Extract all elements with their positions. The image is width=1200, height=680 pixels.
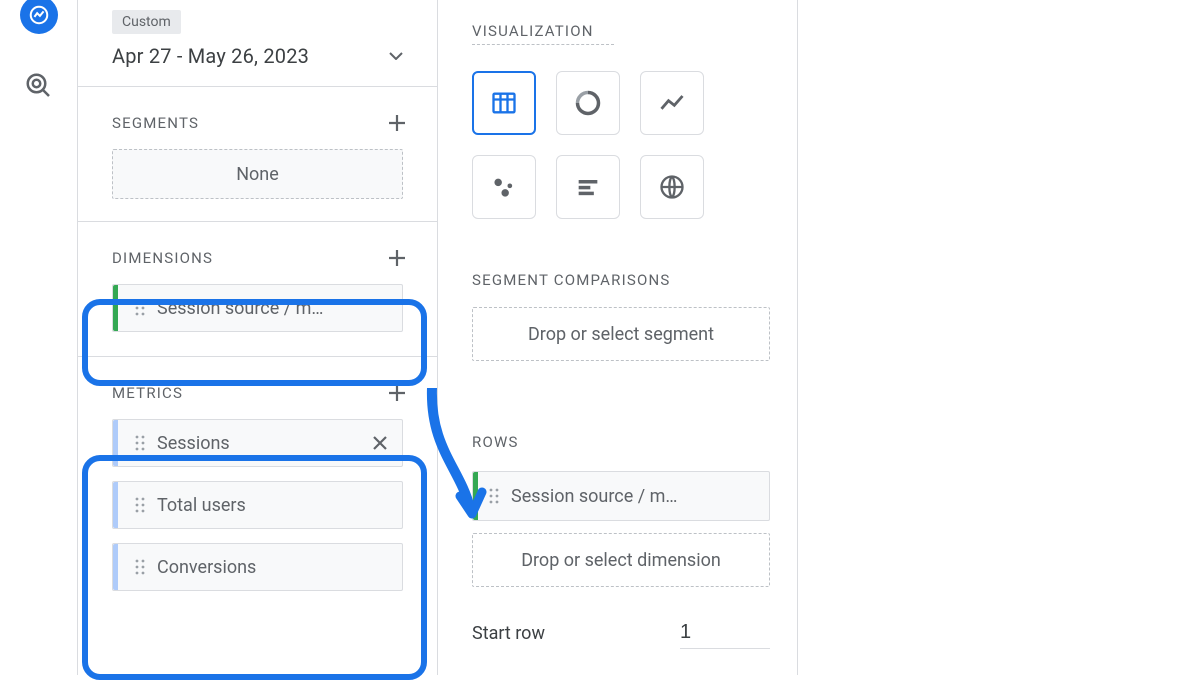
segment-comparisons-title: SEGMENT COMPARISONS bbox=[472, 271, 797, 289]
rows-title: ROWS bbox=[472, 433, 797, 451]
chip-indicator bbox=[113, 544, 118, 590]
chip-indicator bbox=[113, 420, 118, 466]
date-range-selector[interactable]: Apr 27 - May 26, 2023 bbox=[112, 44, 403, 68]
left-nav bbox=[0, 0, 78, 675]
date-range-label: Custom bbox=[112, 10, 181, 34]
nav-item-explore[interactable] bbox=[21, 68, 57, 104]
chip-indicator bbox=[473, 472, 478, 520]
remove-metric-button[interactable] bbox=[370, 433, 390, 453]
metrics-title: METRICS bbox=[112, 384, 183, 402]
vis-option-scatter[interactable] bbox=[472, 155, 536, 219]
start-row-label: Start row bbox=[472, 623, 680, 644]
dimensions-title: DIMENSIONS bbox=[112, 249, 213, 267]
metric-chip[interactable]: Sessions bbox=[112, 419, 403, 467]
dimension-chip[interactable]: Session source / m… bbox=[112, 284, 403, 332]
visualization-underline bbox=[472, 44, 614, 45]
start-row-input[interactable] bbox=[680, 617, 770, 649]
chip-indicator bbox=[113, 285, 118, 331]
segments-title: SEGMENTS bbox=[112, 114, 199, 132]
segments-empty-drop[interactable]: None bbox=[112, 149, 403, 199]
config-panel: Custom Apr 27 - May 26, 2023 SEGMENTS No… bbox=[78, 0, 438, 675]
drag-handle-icon[interactable] bbox=[135, 496, 145, 514]
metric-chip[interactable]: Conversions bbox=[112, 543, 403, 591]
add-dimension-button[interactable] bbox=[383, 244, 411, 272]
vis-option-donut[interactable] bbox=[556, 71, 620, 135]
canvas-area bbox=[798, 0, 1200, 675]
visualization-title: VISUALIZATION bbox=[472, 0, 797, 40]
metric-chip-label: Sessions bbox=[157, 433, 370, 454]
segment-comparisons-drop[interactable]: Drop or select segment bbox=[472, 307, 770, 361]
metric-chip-label: Conversions bbox=[157, 557, 390, 578]
drag-handle-icon[interactable] bbox=[135, 558, 145, 576]
dimension-chip-label: Session source / m… bbox=[157, 298, 390, 319]
metric-chip-label: Total users bbox=[157, 495, 390, 516]
vis-option-geo[interactable] bbox=[640, 155, 704, 219]
drag-handle-icon[interactable] bbox=[135, 299, 145, 317]
date-range-text: Apr 27 - May 26, 2023 bbox=[112, 44, 309, 68]
settings-panel: VISUALIZATION SEGMENT COMPARISONS Drop o… bbox=[438, 0, 798, 675]
vis-option-table[interactable] bbox=[472, 71, 536, 135]
metric-chip[interactable]: Total users bbox=[112, 481, 403, 529]
rows-drop[interactable]: Drop or select dimension bbox=[472, 533, 770, 587]
chevron-down-icon bbox=[389, 52, 403, 60]
visualization-grid bbox=[472, 71, 797, 219]
drag-handle-icon[interactable] bbox=[135, 434, 145, 452]
nav-item-reports[interactable] bbox=[20, 0, 58, 34]
chip-indicator bbox=[113, 482, 118, 528]
rows-chip-label: Session source / m… bbox=[511, 486, 769, 507]
add-segment-button[interactable] bbox=[383, 109, 411, 137]
add-metric-button[interactable] bbox=[383, 379, 411, 407]
vis-option-bar[interactable] bbox=[556, 155, 620, 219]
drag-handle-icon[interactable] bbox=[489, 487, 499, 505]
rows-chip[interactable]: Session source / m… bbox=[472, 471, 770, 521]
vis-option-line[interactable] bbox=[640, 71, 704, 135]
